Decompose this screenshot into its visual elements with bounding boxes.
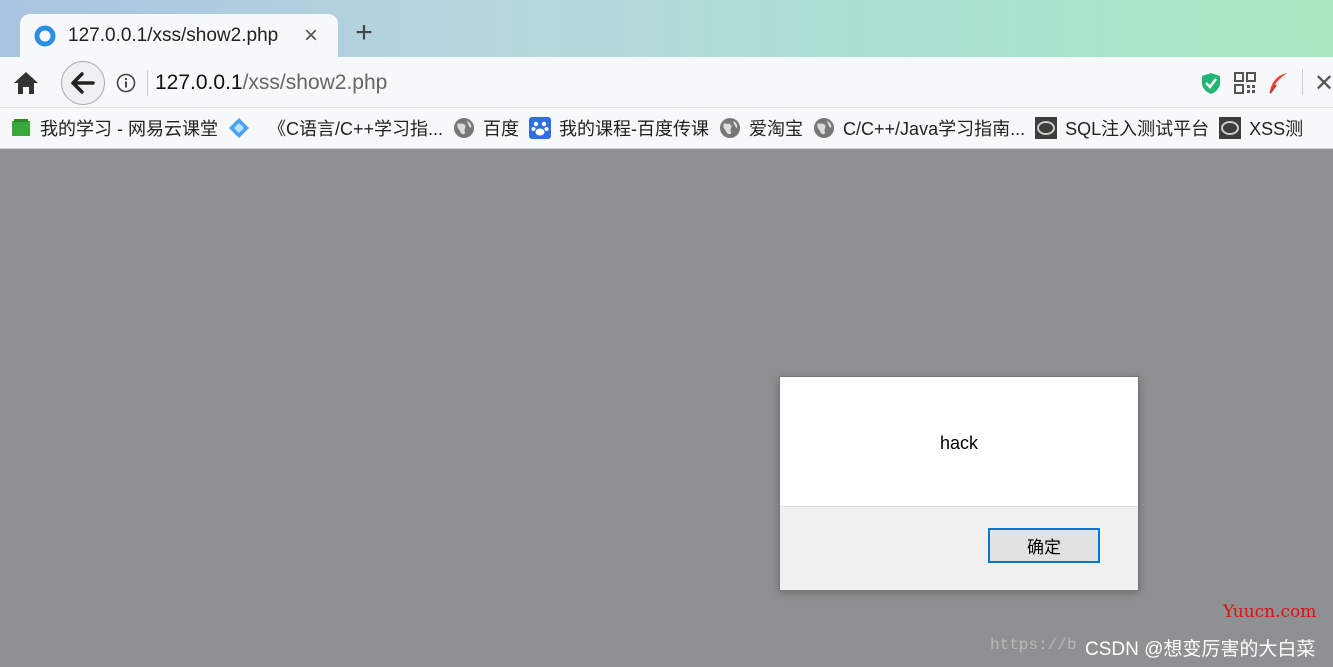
bookmark-item[interactable]: 爱淘宝 <box>719 115 803 141</box>
tab-strip: 127.0.0.1/xss/show2.php × + <box>0 0 1333 57</box>
bookmark-item[interactable] <box>228 117 258 139</box>
green-book-icon <box>12 119 30 136</box>
globe-icon <box>720 118 741 138</box>
globe-icon <box>454 118 475 138</box>
address-bar[interactable]: 127.0.0.1/xss/show2.php <box>155 71 387 95</box>
bookmark-item[interactable]: XSS测 <box>1219 115 1303 141</box>
dialog-message-area: hack <box>780 377 1138 507</box>
bookmark-item[interactable]: 《C语言/C++学习指... <box>268 115 443 141</box>
bookmark-item[interactable]: 我的学习 - 网易云课堂 <box>10 115 218 141</box>
info-icon[interactable] <box>116 73 136 93</box>
back-arrow-icon <box>71 72 95 94</box>
url-host: 127.0.0.1 <box>155 71 243 94</box>
dark-square-icon <box>1035 117 1058 139</box>
address-separator <box>147 70 148 96</box>
globe-icon <box>814 118 835 138</box>
dialog-message: hack <box>939 433 979 453</box>
new-tab-button[interactable]: + <box>350 18 378 48</box>
bookmark-label: 爱淘宝 <box>749 119 804 139</box>
bookmark-label: 百度 <box>483 119 520 139</box>
bookmark-item[interactable]: 百度 <box>453 115 519 141</box>
qr-code-icon[interactable] <box>1233 71 1257 95</box>
bookmark-item[interactable]: 我的课程-百度传课 <box>529 115 709 141</box>
feather-icon[interactable] <box>1266 71 1290 95</box>
back-button[interactable] <box>61 61 105 105</box>
bookmark-label: C/C++/Java学习指南... <box>843 119 1026 139</box>
bookmark-item[interactable]: C/C++/Java学习指南... <box>813 115 1025 141</box>
bookmark-label: 我的课程-百度传课 <box>559 119 710 139</box>
url-path: /xss/show2.php <box>242 71 388 94</box>
shield-check-icon[interactable] <box>1199 71 1223 95</box>
csdn-watermark: CSDN @想变厉害的大白菜 <box>1085 639 1316 660</box>
bookmark-label: SQL注入测试平台 <box>1065 119 1210 139</box>
dark-square-icon <box>1219 117 1242 139</box>
close-icon[interactable]: ✕ <box>1314 69 1333 98</box>
bookmark-label: 我的学习 - 网易云课堂 <box>40 119 218 139</box>
url-watermark: https://b <box>990 636 1077 654</box>
home-icon[interactable] <box>12 70 40 96</box>
tab-close-icon[interactable]: × <box>298 23 324 48</box>
alert-dialog: hack 确定 <box>779 376 1139 591</box>
bookmark-label: 《C语言/C++学习指... <box>268 119 444 139</box>
toolbar-separator <box>1302 69 1303 95</box>
navigation-toolbar: 127.0.0.1/xss/show2.php ✕ <box>0 57 1333 108</box>
baidu-paw-icon <box>529 117 552 139</box>
loading-favicon-icon <box>34 25 56 46</box>
diamond-icon <box>229 118 249 138</box>
ok-button[interactable]: 确定 <box>988 528 1100 563</box>
bookmark-label: XSS测 <box>1249 119 1304 139</box>
bookmark-item[interactable]: SQL注入测试平台 <box>1035 115 1209 141</box>
site-watermark: Yuucn.com <box>1223 602 1317 622</box>
bookmarks-bar: 我的学习 - 网易云课堂 《C语言/C++学习指... 百度 我的课程-百度传课… <box>0 108 1333 149</box>
browser-tab[interactable]: 127.0.0.1/xss/show2.php × <box>20 14 338 57</box>
tab-title: 127.0.0.1/xss/show2.php <box>68 24 279 46</box>
